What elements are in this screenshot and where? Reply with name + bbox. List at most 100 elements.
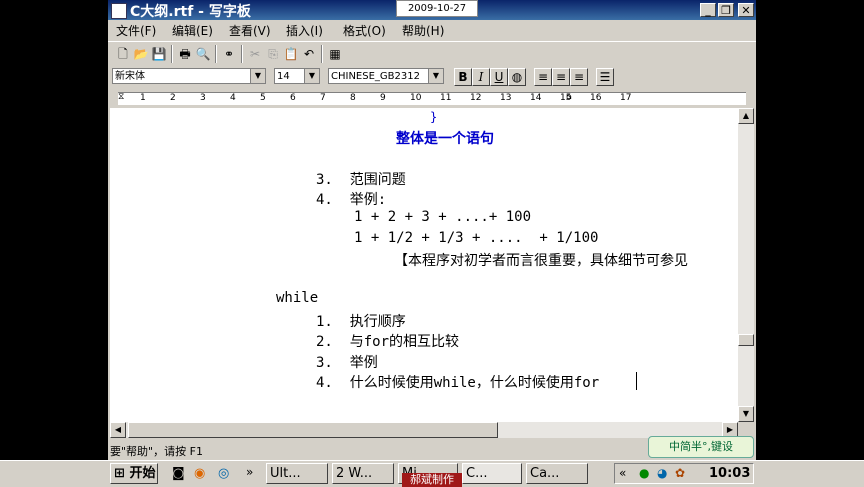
task-wordpad[interactable]: C... <box>462 463 522 484</box>
chevron-down-icon[interactable]: ▼ <box>304 69 319 83</box>
doc-line: 4. 什么时候使用while，什么时候使用for <box>316 375 600 391</box>
color-palette-icon[interactable]: ◍ <box>508 68 526 86</box>
doc-heading-statement: 整体是一个语句 <box>396 131 494 147</box>
underline-button[interactable]: U <box>490 68 508 86</box>
horizontal-scrollbar[interactable]: ◀ ▶ <box>110 422 738 438</box>
font-size-select[interactable]: 14 ▼ <box>274 68 320 84</box>
menu-edit[interactable]: 编辑(E) <box>172 22 213 39</box>
italic-button[interactable]: I <box>472 68 490 86</box>
ruler-label: 12 <box>470 93 482 103</box>
status-text: 要"帮助"，请按 F1 <box>110 445 203 458</box>
scroll-left-icon[interactable]: ◀ <box>110 422 126 438</box>
scroll-thumb[interactable] <box>738 334 754 346</box>
h-scroll-thumb[interactable] <box>128 422 498 438</box>
menu-insert[interactable]: 插入(I) <box>286 22 323 39</box>
ruler[interactable]: 1 2 3 4 5 6 7 8 9 10 11 12 13 14 15 16 17 ⧖ ⌂ <box>108 90 756 106</box>
ruler-label: 14 <box>530 93 542 103</box>
ruler-label: 17 <box>620 93 632 103</box>
tray-expand-icon[interactable]: « <box>619 466 626 480</box>
close-button[interactable]: ✕ <box>738 3 754 17</box>
undo-icon[interactable]: ↶ <box>300 45 318 63</box>
ruler-label: 16 <box>590 93 602 103</box>
wordpad-app-icon[interactable] <box>111 3 127 19</box>
media-icon[interactable]: ◎ <box>218 466 229 481</box>
ruler-label: 4 <box>230 93 236 103</box>
title-bar[interactable]: C大纲.rtf - 写字板 2009-10-27 _ ❐ ✕ <box>108 0 756 20</box>
open-folder-icon[interactable]: 📂 <box>132 45 150 63</box>
text-caret <box>636 372 637 390</box>
doc-line: 1. 执行顺序 <box>316 314 406 330</box>
ruler-label: 7 <box>320 93 326 103</box>
font-name-select[interactable]: 新宋体 ▼ <box>112 68 266 84</box>
quicklaunch-more-icon[interactable]: » <box>246 465 253 479</box>
insert-datetime-icon[interactable]: ▦ <box>326 45 344 63</box>
maximize-button[interactable]: ❐ <box>718 3 734 17</box>
menu-bar: 文件(F) 编辑(E) 查看(V) 插入(I) 格式(O) 帮助(H) <box>108 20 756 40</box>
menu-view[interactable]: 查看(V) <box>229 22 271 39</box>
print-icon[interactable]: 🖶 <box>176 45 194 63</box>
task-word[interactable]: 2 W... <box>332 463 394 484</box>
copy-icon[interactable]: ⎘ <box>264 45 282 63</box>
clock: 10:03 <box>709 466 751 481</box>
ruler-label: 9 <box>380 93 386 103</box>
closing-brace: } <box>430 110 438 124</box>
ruler-label: 13 <box>500 93 512 103</box>
document-area[interactable]: } 整体是一个语句 3. 范围问题 4. 举例: 1 + 2 + 3 + ...… <box>110 108 738 422</box>
tray-app-icon[interactable]: ✿ <box>675 466 685 480</box>
ime-toolbar[interactable]: 中简半°,键设 <box>648 436 754 458</box>
chevron-down-icon[interactable]: ▼ <box>428 69 443 83</box>
toolbar-separator <box>215 45 217 63</box>
menu-help[interactable]: 帮助(H) <box>402 22 444 39</box>
task-ultraedit[interactable]: Ult... <box>266 463 328 484</box>
date-display: 2009-10-27 <box>396 0 478 17</box>
format-bar: 新宋体 ▼ 14 ▼ CHINESE_GB2312 ▼ B I U ◍ ≡ ≡ … <box>108 66 756 88</box>
doc-line: 1 + 2 + 3 + ....+ 100 <box>354 209 532 225</box>
bold-button[interactable]: B <box>454 68 472 86</box>
right-indent-marker[interactable]: ⌂ <box>566 92 572 102</box>
ruler-label: 10 <box>410 93 422 103</box>
cut-scissors-icon[interactable]: ✂ <box>246 45 264 63</box>
find-binoculars-icon[interactable]: ⚭ <box>220 45 238 63</box>
window-title: C大纲.rtf - 写字板 <box>130 4 251 20</box>
ruler-label: 3 <box>200 93 206 103</box>
align-left-icon[interactable]: ≡ <box>534 68 552 86</box>
align-right-icon[interactable]: ≡ <box>570 68 588 86</box>
ruler-scale[interactable]: 1 2 3 4 5 6 7 8 9 10 11 12 13 14 15 16 17 <box>118 92 746 105</box>
doc-line: 4. 举例: <box>316 192 387 208</box>
toolbar-separator <box>321 45 323 63</box>
network-icon[interactable]: ● <box>639 466 649 480</box>
ruler-label: 8 <box>350 93 356 103</box>
minimize-button[interactable]: _ <box>700 3 716 17</box>
scroll-up-icon[interactable]: ▲ <box>738 108 754 124</box>
firefox-icon[interactable]: ◉ <box>194 466 205 481</box>
wordpad-window: C大纲.rtf - 写字板 2009-10-27 _ ❐ ✕ 文件(F) 编辑(… <box>108 0 756 486</box>
ruler-label: 2 <box>170 93 176 103</box>
charset-select[interactable]: CHINESE_GB2312 ▼ <box>328 68 444 84</box>
charset-value: CHINESE_GB2312 <box>331 71 420 82</box>
doc-line: 3. 举例 <box>316 355 378 371</box>
save-disk-icon[interactable]: 💾 <box>150 45 168 63</box>
chevron-down-icon[interactable]: ▼ <box>250 69 265 83</box>
doc-line: 1 + 1/2 + 1/3 + .... + 1/100 <box>354 230 599 246</box>
scroll-down-icon[interactable]: ▼ <box>738 406 754 422</box>
vertical-scrollbar[interactable]: ▲ ▼ <box>738 108 754 422</box>
align-center-icon[interactable]: ≡ <box>552 68 570 86</box>
menu-file[interactable]: 文件(F) <box>116 22 156 39</box>
new-document-icon[interactable]: 🗋 <box>114 45 132 63</box>
doc-line: 【本程序对初学者而言很重要，具体细节可参见 <box>394 253 688 269</box>
left-indent-marker[interactable]: ⧖ <box>118 92 124 102</box>
volume-icon[interactable]: ◕ <box>657 466 667 480</box>
doc-line: 3. 范围问题 <box>316 172 406 188</box>
start-button[interactable]: ⊞ 开始 <box>110 463 158 484</box>
menu-format[interactable]: 格式(O) <box>343 22 386 39</box>
ruler-label: 6 <box>290 93 296 103</box>
doc-line: 2. 与for的相互比较 <box>316 334 460 350</box>
task-camtasia[interactable]: Ca... <box>526 463 588 484</box>
print-preview-icon[interactable]: 🔍 <box>194 45 212 63</box>
ruler-label: 1 <box>140 93 146 103</box>
standard-toolbar: 🗋 📂 💾 🖶 🔍 ⚭ ✂ ⎘ 📋 ↶ ▦ <box>108 41 756 66</box>
taskbar: ⊞ 开始 ◙ ◉ ◎ » Ult... 2 W... Mi... C... Ca… <box>0 460 864 487</box>
bullets-icon[interactable]: ☰ <box>596 68 614 86</box>
show-desktop-icon[interactable]: ◙ <box>172 466 185 481</box>
paste-clipboard-icon[interactable]: 📋 <box>282 45 300 63</box>
